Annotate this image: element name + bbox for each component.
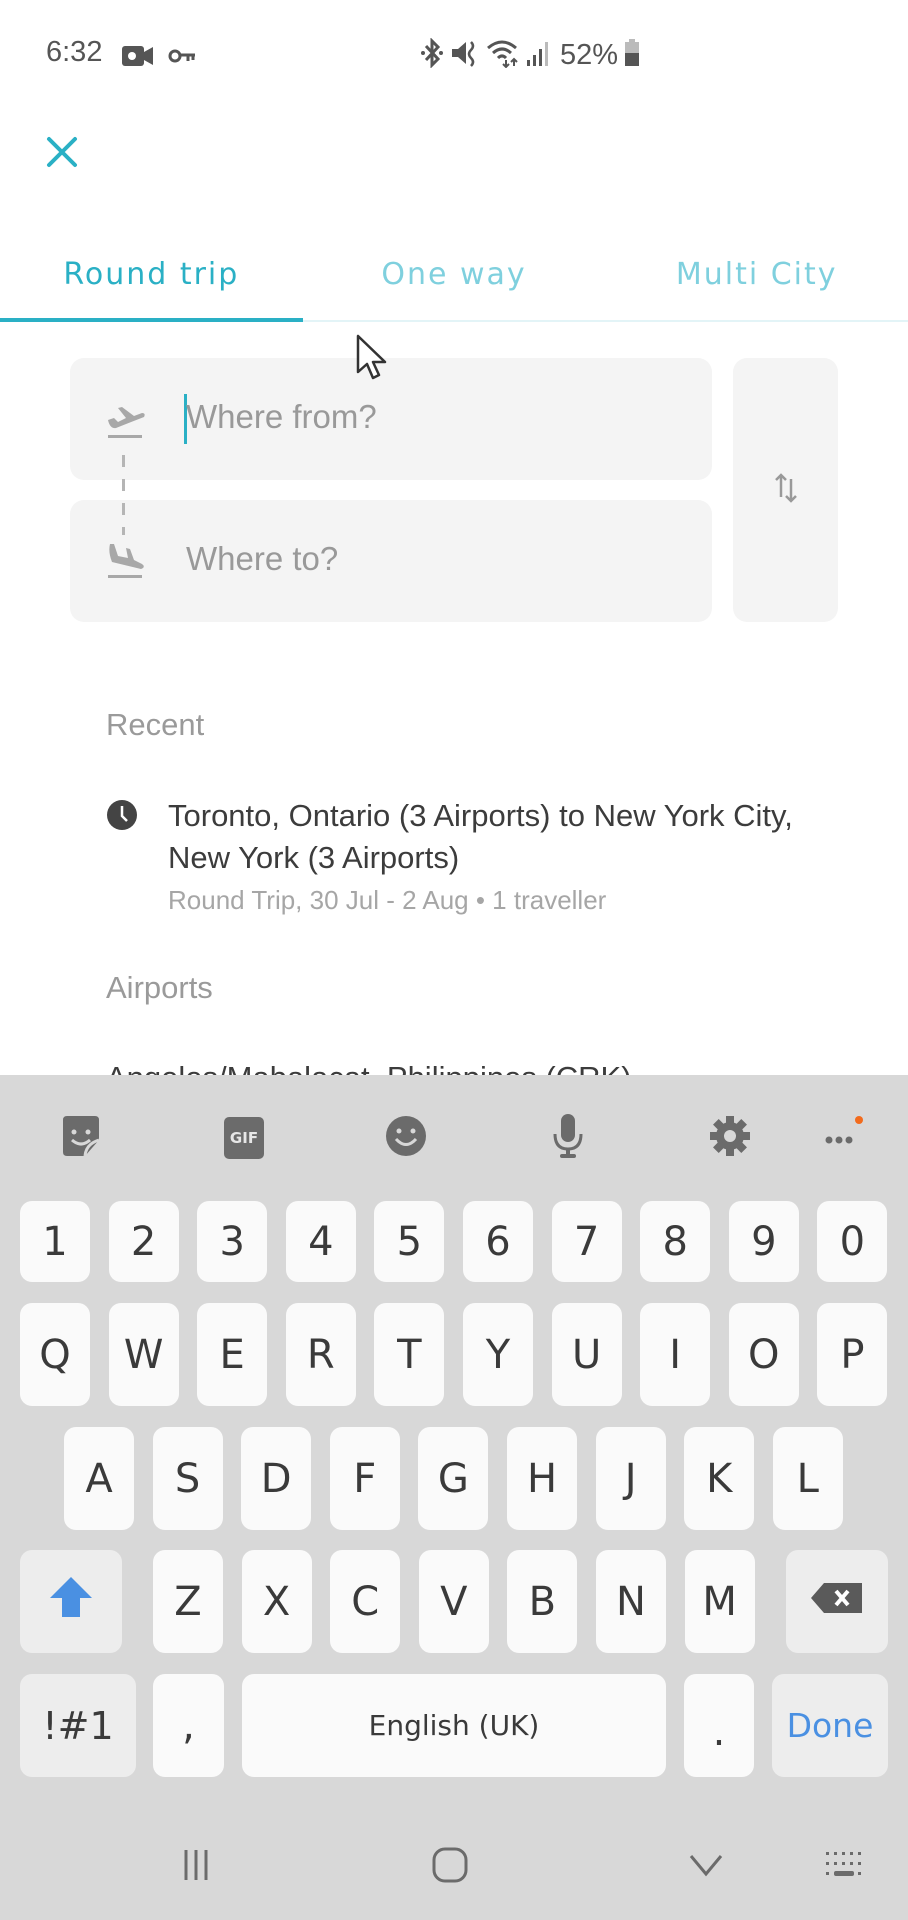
emoji-icon — [384, 1114, 428, 1162]
key-q[interactable]: Q — [20, 1303, 90, 1406]
keyboard-switch-icon — [824, 1850, 868, 1884]
key-g[interactable]: G — [418, 1427, 489, 1530]
home-icon — [431, 1846, 469, 1888]
key-t[interactable]: T — [374, 1303, 445, 1406]
tab-multi-city[interactable]: Multi City — [605, 240, 908, 320]
keyboard-switch-button[interactable] — [816, 1842, 876, 1892]
microphone-icon — [550, 1112, 586, 1164]
sticker-icon — [59, 1114, 103, 1162]
status-bar: 6:32 52% — [0, 0, 908, 110]
space-bar[interactable]: English (UK) — [242, 1674, 666, 1777]
wifi-icon — [486, 38, 520, 72]
key-l[interactable]: L — [772, 1427, 843, 1530]
more-icon — [821, 1114, 871, 1162]
key-o[interactable]: O — [728, 1303, 799, 1406]
vpn-key-icon — [168, 47, 196, 69]
landing-icon — [104, 540, 146, 582]
comma-key[interactable]: , — [153, 1674, 224, 1777]
symbols-key[interactable]: !#1 — [20, 1674, 136, 1777]
tab-round-trip[interactable]: Round trip — [0, 240, 303, 322]
key-w[interactable]: W — [108, 1303, 179, 1406]
key-p[interactable]: P — [817, 1303, 888, 1406]
period-key[interactable]: . — [684, 1674, 754, 1777]
key-n[interactable]: N — [596, 1550, 666, 1653]
recent-apps-button[interactable] — [166, 1842, 226, 1892]
key-f[interactable]: F — [329, 1427, 400, 1530]
shift-key[interactable] — [20, 1550, 122, 1653]
key-e[interactable]: E — [197, 1303, 268, 1406]
battery-percent: 52% — [560, 38, 619, 71]
mouse-pointer-icon — [356, 334, 390, 382]
key-u[interactable]: U — [551, 1303, 622, 1406]
gif-button[interactable]: GIF — [216, 1113, 272, 1163]
tab-one-way[interactable]: One way — [303, 240, 606, 320]
key-y[interactable]: Y — [463, 1303, 533, 1406]
key-c[interactable]: C — [330, 1550, 401, 1653]
close-button[interactable] — [40, 132, 84, 176]
recent-heading: Recent — [106, 707, 205, 742]
recent-apps-icon — [178, 1847, 214, 1887]
voice-input-button[interactable] — [540, 1113, 596, 1163]
more-options-button[interactable] — [818, 1113, 874, 1163]
key-0[interactable]: 0 — [817, 1201, 888, 1282]
key-5[interactable]: 5 — [374, 1201, 445, 1282]
key-8[interactable]: 8 — [640, 1201, 711, 1282]
done-key[interactable]: Done — [772, 1674, 888, 1777]
where-from-input[interactable]: Where from? — [70, 358, 712, 480]
key-2[interactable]: 2 — [108, 1201, 179, 1282]
shift-arrow-icon — [48, 1574, 94, 1630]
key-z[interactable]: Z — [153, 1550, 223, 1653]
back-icon — [688, 1850, 724, 1884]
key-4[interactable]: 4 — [285, 1201, 356, 1282]
key-k[interactable]: K — [684, 1427, 755, 1530]
bluetooth-icon — [420, 37, 444, 72]
video-recording-icon — [122, 44, 154, 72]
clock-icon — [106, 799, 138, 831]
back-button[interactable] — [676, 1842, 736, 1892]
key-7[interactable]: 7 — [551, 1201, 622, 1282]
key-h[interactable]: H — [507, 1427, 577, 1530]
mute-vibrate-icon — [450, 38, 480, 72]
key-r[interactable]: R — [285, 1303, 356, 1406]
key-a[interactable]: A — [64, 1427, 134, 1530]
key-d[interactable]: D — [241, 1427, 312, 1530]
backspace-icon — [810, 1579, 864, 1625]
key-x[interactable]: X — [241, 1550, 312, 1653]
key-9[interactable]: 9 — [728, 1201, 799, 1282]
battery-icon — [624, 39, 640, 71]
takeoff-icon — [104, 400, 146, 442]
backspace-key[interactable] — [786, 1550, 888, 1653]
home-button[interactable] — [420, 1842, 480, 1892]
recent-item-subtitle: Round Trip, 30 Jul - 2 Aug • 1 traveller — [168, 885, 607, 915]
navigation-bar — [0, 1812, 908, 1920]
signal-icon — [526, 38, 550, 72]
key-i[interactable]: I — [640, 1303, 711, 1406]
close-icon — [46, 136, 78, 172]
emoji-button[interactable] — [378, 1113, 434, 1163]
swap-vertical-icon — [773, 471, 799, 509]
key-j[interactable]: J — [595, 1427, 666, 1530]
status-time: 6:32 — [46, 36, 103, 68]
keyboard-settings-button[interactable] — [702, 1113, 758, 1163]
settings-icon — [708, 1114, 752, 1162]
gif-icon: GIF — [224, 1117, 264, 1159]
key-6[interactable]: 6 — [463, 1201, 533, 1282]
key-v[interactable]: V — [418, 1550, 489, 1653]
where-from-placeholder: Where from? — [186, 398, 377, 435]
swap-locations-button[interactable] — [733, 358, 838, 622]
trip-type-tabs: Round trip One way Multi City — [0, 240, 908, 322]
key-m[interactable]: M — [684, 1550, 755, 1653]
key-s[interactable]: S — [152, 1427, 223, 1530]
keyboard-toolbar: GIF — [0, 1075, 908, 1195]
route-connector — [122, 455, 125, 535]
key-3[interactable]: 3 — [197, 1201, 268, 1282]
on-screen-keyboard: GIF 1234567890 QWERTYUIOP ASDFGHJKL ZXCVBNM… — [0, 1075, 908, 1920]
where-to-placeholder: Where to? — [186, 540, 339, 577]
key-b[interactable]: B — [507, 1550, 578, 1653]
where-to-input[interactable]: Where to? — [70, 500, 712, 622]
airports-heading: Airports — [106, 970, 213, 1005]
key-1[interactable]: 1 — [20, 1201, 90, 1282]
recent-item-title: Toronto, Ontario (3 Airports) to New Yor… — [168, 798, 793, 875]
sticker-button[interactable] — [53, 1113, 109, 1163]
